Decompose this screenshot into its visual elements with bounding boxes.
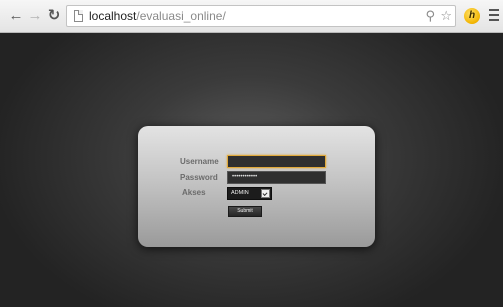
login-panel: Username Password •••••••••••• Akses ADM…	[138, 126, 375, 247]
url-host: localhost	[89, 9, 137, 23]
chevron-down-icon[interactable]	[261, 189, 270, 198]
bookmark-star-icon[interactable]: ☆	[440, 8, 452, 24]
password-input[interactable]: ••••••••••••	[227, 171, 326, 184]
akses-select[interactable]: ADMIN	[227, 187, 272, 200]
username-label: Username	[180, 157, 219, 166]
submit-button[interactable]: Submit	[228, 206, 262, 217]
page-icon	[74, 10, 83, 22]
browser-toolbar: ← → ↻ localhost/evaluasi_online/ ⚲ ☆ h	[0, 0, 503, 33]
search-icon[interactable]: ⚲	[425, 8, 435, 24]
address-bar[interactable]: localhost/evaluasi_online/ ⚲ ☆	[66, 5, 456, 27]
username-input[interactable]	[227, 155, 326, 168]
password-label: Password	[180, 173, 218, 182]
reload-icon[interactable]: ↻	[46, 8, 62, 24]
akses-selected-value: ADMIN	[231, 190, 249, 196]
forward-arrow-icon[interactable]: →	[27, 8, 43, 24]
akses-label: Akses	[182, 188, 206, 197]
url-path: /evaluasi_online/	[136, 9, 226, 23]
extension-icon[interactable]: h	[464, 8, 480, 24]
page-viewport: Username Password •••••••••••• Akses ADM…	[0, 33, 503, 307]
browser-window: ← → ↻ localhost/evaluasi_online/ ⚲ ☆ h U…	[0, 0, 503, 307]
url-text[interactable]: localhost/evaluasi_online/	[89, 9, 226, 23]
back-arrow-icon[interactable]: ←	[8, 8, 24, 24]
menu-icon[interactable]	[489, 9, 499, 23]
